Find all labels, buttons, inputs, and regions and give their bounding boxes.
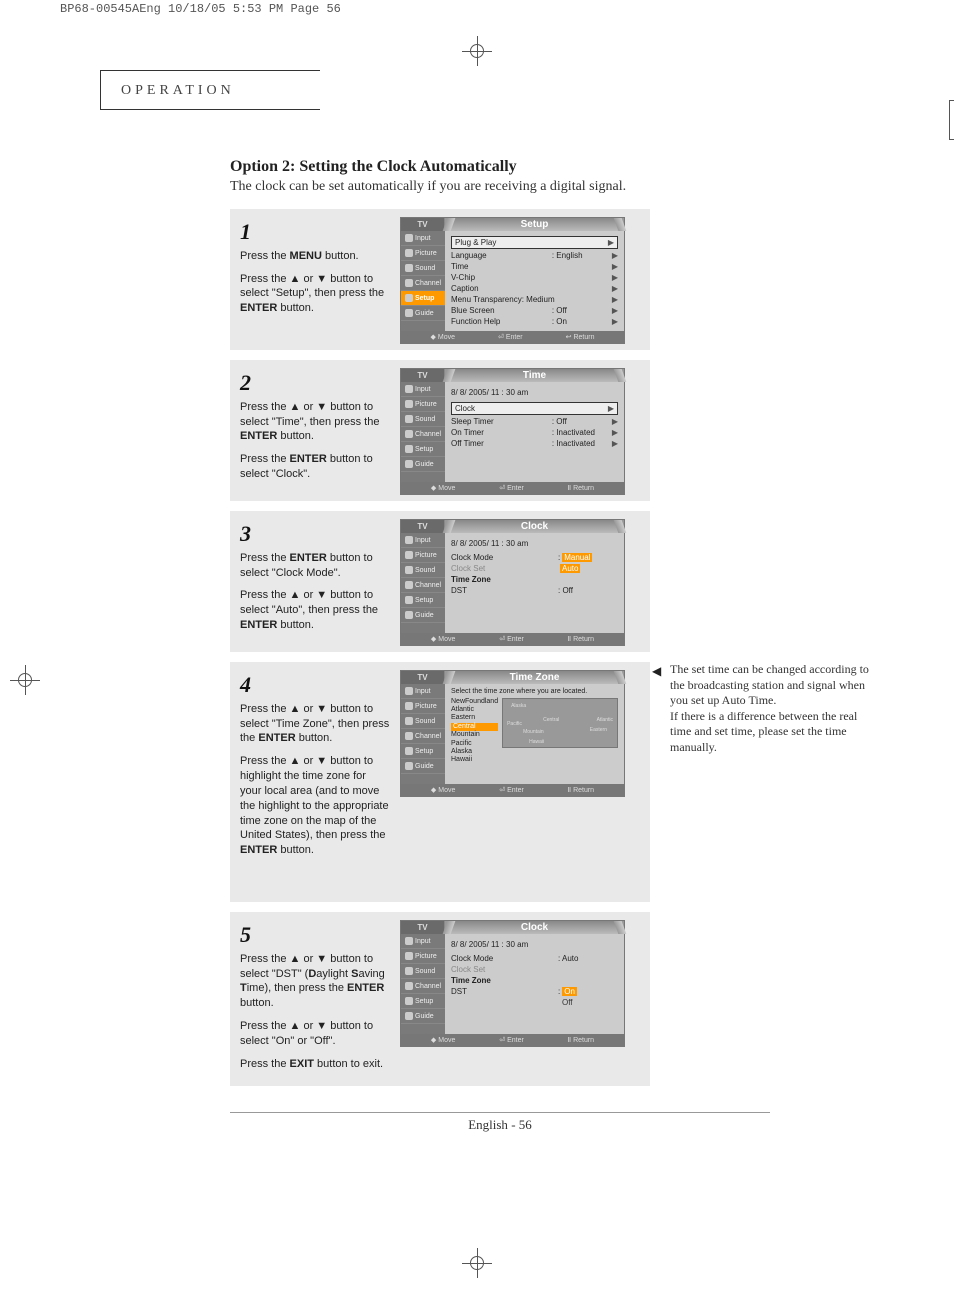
menu-title: Clock — [445, 520, 624, 533]
timezone-prompt: Select the time zone where you are locat… — [451, 688, 618, 698]
datetime-display: 8/ 8/ 2005/ 11 : 30 am — [451, 938, 618, 953]
step-instruction: Press the ▲ or ▼ button to select "Auto"… — [240, 588, 390, 633]
step-instruction: Press the ▲ or ▼ button to select "DST" … — [240, 952, 390, 1011]
step-number: 3 — [240, 519, 390, 549]
step-number: 2 — [240, 368, 390, 398]
datetime-display: 8/ 8/ 2005/ 11 : 30 am — [451, 386, 618, 401]
step-5: 5 Press the ▲ or ▼ button to select "DST… — [230, 912, 650, 1086]
crop-mark-right — [949, 100, 954, 140]
menu-sidebar: Input Picture Sound Channel Setup Guide — [401, 231, 445, 331]
step-number: 1 — [240, 217, 390, 247]
timezone-list: NewFoundland Atlantic Eastern Central Mo… — [451, 698, 498, 765]
step-instruction: Press the ▲ or ▼ button to select "Time"… — [240, 400, 390, 445]
timezone-map: Alaska Pacific Central Atlantic Mountain… — [502, 698, 618, 748]
datetime-display: 8/ 8/ 2005/ 11 : 30 am — [451, 537, 618, 552]
menu-title: Clock — [445, 921, 624, 934]
crop-mark-bottom — [462, 1248, 492, 1278]
step-2: 2 Press the ▲ or ▼ button to select "Tim… — [230, 360, 650, 501]
step-instruction: Press the MENU button. — [240, 249, 390, 264]
print-slug: BP68-00545AEng 10/18/05 5:53 PM Page 56 — [60, 2, 341, 16]
osd-screenshot-dst: TV Clock Input Picture Sound Channel Set… — [400, 920, 625, 1047]
tv-label: TV — [401, 218, 445, 231]
step-instruction: Press the ▲ or ▼ button to highlight the… — [240, 754, 390, 858]
osd-screenshot-timezone: TV Time Zone Input Picture Sound Channel… — [400, 670, 625, 797]
intro-text: The clock can be set automatically if yo… — [230, 179, 930, 195]
menu-title: Time Zone — [445, 671, 624, 684]
menu-title: Setup — [445, 218, 624, 231]
step-4: 4 Press the ▲ or ▼ button to select "Tim… — [230, 662, 650, 902]
triangle-left-icon: ◀ — [652, 664, 661, 680]
side-note: ◀ The set time can be changed according … — [670, 662, 880, 756]
crop-mark-top — [462, 36, 492, 66]
osd-screenshot-clock: TV Clock Input Picture Sound Channel Set… — [400, 519, 625, 646]
page-title: Option 2: Setting the Clock Automaticall… — [230, 158, 930, 176]
menu-bottom-bar: ◆Move ⏎Enter ↩Return — [401, 331, 624, 343]
section-header: OPERATION — [121, 83, 235, 98]
step-instruction: Press the ▲ or ▼ button to select "Time … — [240, 702, 390, 747]
page-footer: English - 56 — [100, 1112, 900, 1133]
menu-title: Time — [445, 369, 624, 382]
step-number: 5 — [240, 920, 390, 950]
step-instruction: Press the ▲ or ▼ button to select "Setup… — [240, 272, 390, 317]
step-instruction: Press the ENTER button to select "Clock"… — [240, 452, 390, 482]
step-3: 3 Press the ENTER button to select "Cloc… — [230, 511, 650, 652]
menu-panel: Plug & Play▶ Language: English▶ Time▶ V-… — [445, 231, 624, 331]
osd-screenshot-time: TV Time Input Picture Sound Channel Setu… — [400, 368, 625, 495]
step-1: 1 Press the MENU button. Press the ▲ or … — [230, 209, 650, 350]
step-number: 4 — [240, 670, 390, 700]
crop-mark-left — [10, 665, 40, 695]
osd-screenshot-setup: TV Setup Input Picture Sound Channel Set… — [400, 217, 625, 344]
step-instruction: Press the ENTER button to select "Clock … — [240, 551, 390, 581]
step-instruction: Press the ▲ or ▼ button to select "On" o… — [240, 1019, 390, 1049]
step-instruction: Press the EXIT button to exit. — [240, 1057, 390, 1072]
section-header-box: OPERATION — [100, 70, 320, 110]
